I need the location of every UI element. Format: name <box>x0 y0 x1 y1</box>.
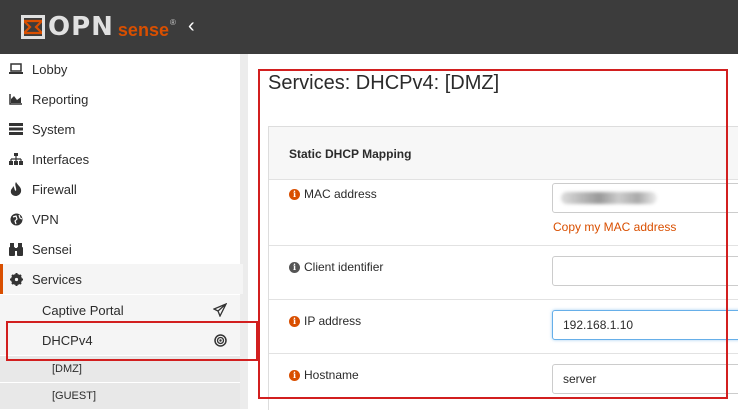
copy-my-mac-link[interactable]: Copy my MAC address <box>553 220 676 234</box>
sidebar-item-label: System <box>32 121 76 137</box>
sidebar-subitem-label: DHCPv4 <box>42 332 93 348</box>
sidebar-item-interfaces[interactable]: Interfaces <box>0 144 240 174</box>
hostname-input[interactable] <box>552 364 738 394</box>
sidebar-item-system[interactable]: System <box>0 114 240 144</box>
sidebar-subitem-dhcpv4[interactable]: DHCPv4 <box>0 325 240 355</box>
sidebar-item-reporting[interactable]: Reporting <box>0 84 240 114</box>
sidebar-item-sensei[interactable]: Sensei <box>0 234 240 264</box>
sidebar-scrollbar[interactable] <box>240 54 248 409</box>
sidebar-item-vpn[interactable]: VPN <box>0 204 240 234</box>
field-label-text: Client identifier <box>304 260 384 274</box>
sidebar-subitem-captive-portal[interactable]: Captive Portal <box>0 295 240 325</box>
bullseye-icon <box>212 333 228 347</box>
mac-address-label: i MAC address <box>289 187 377 201</box>
info-icon[interactable]: i <box>289 188 300 200</box>
static-dhcp-mapping-panel: Static DHCP Mapping i MAC address Copy m… <box>268 126 738 410</box>
client-identifier-input[interactable] <box>552 256 738 286</box>
field-label-text: Hostname <box>304 368 359 382</box>
field-label-text: IP address <box>304 314 362 328</box>
sidebar-item-label: Firewall <box>32 181 77 197</box>
sidebar-subitem-label: [GUEST] <box>52 390 97 402</box>
sidebar-item-label: VPN <box>32 211 59 227</box>
opnsense-logo[interactable]: OPN sense ® <box>20 12 176 42</box>
server-icon <box>8 121 24 137</box>
opnsense-logo-icon <box>21 15 45 39</box>
row-divider <box>269 353 738 354</box>
row-divider <box>269 245 738 246</box>
binoculars-icon <box>8 241 24 257</box>
top-navbar: OPN sense ® ‹ <box>0 0 738 54</box>
cog-icon <box>8 271 24 287</box>
area-chart-icon <box>8 91 24 107</box>
sidebar-subitem-guest[interactable]: [GUEST] <box>0 383 240 409</box>
info-icon[interactable]: i <box>289 261 300 273</box>
info-icon[interactable]: i <box>289 315 300 327</box>
fire-icon <box>8 181 24 197</box>
ip-address-label: i IP address <box>289 314 361 328</box>
sidebar-item-lobby[interactable]: Lobby <box>0 54 240 84</box>
sidebar-item-label: Interfaces <box>32 151 90 167</box>
info-icon[interactable]: i <box>289 369 300 381</box>
logo-registered-mark: ® <box>169 17 176 27</box>
sidebar-item-label: Services <box>32 271 82 287</box>
field-label-text: MAC address <box>304 187 377 201</box>
sidebar-item-firewall[interactable]: Firewall <box>0 174 240 204</box>
section-title: Static DHCP Mapping <box>289 147 412 161</box>
page-title: Services: DHCPv4: [DMZ] <box>268 72 500 94</box>
client-identifier-label: i Client identifier <box>289 260 383 274</box>
ip-address-input[interactable] <box>552 310 738 340</box>
panel-header: Static DHCP Mapping <box>269 127 738 180</box>
logo-sense-text: sense <box>117 19 169 40</box>
sidebar-item-services[interactable]: Services <box>0 264 243 294</box>
collapse-sidebar-chevron-icon[interactable]: ‹ <box>188 16 195 36</box>
sidebar-item-label: Lobby <box>32 61 68 77</box>
row-divider <box>269 299 738 300</box>
laptop-icon <box>8 61 24 77</box>
sidebar-item-label: Sensei <box>32 241 72 257</box>
sitemap-icon <box>8 151 24 167</box>
mac-address-input[interactable] <box>552 183 738 213</box>
mac-address-blurred-value <box>561 192 657 204</box>
sidebar-subitem-dmz[interactable]: [DMZ] <box>0 356 240 382</box>
hostname-label: i Hostname <box>289 368 359 382</box>
sidebar-item-label: Reporting <box>32 91 89 107</box>
sidebar-subitem-label: [DMZ] <box>52 363 82 375</box>
sidebar-subitem-label: Captive Portal <box>42 302 124 318</box>
logo-opn-text: OPN <box>48 12 114 42</box>
paper-plane-icon <box>212 303 228 317</box>
globe-icon <box>8 211 24 227</box>
